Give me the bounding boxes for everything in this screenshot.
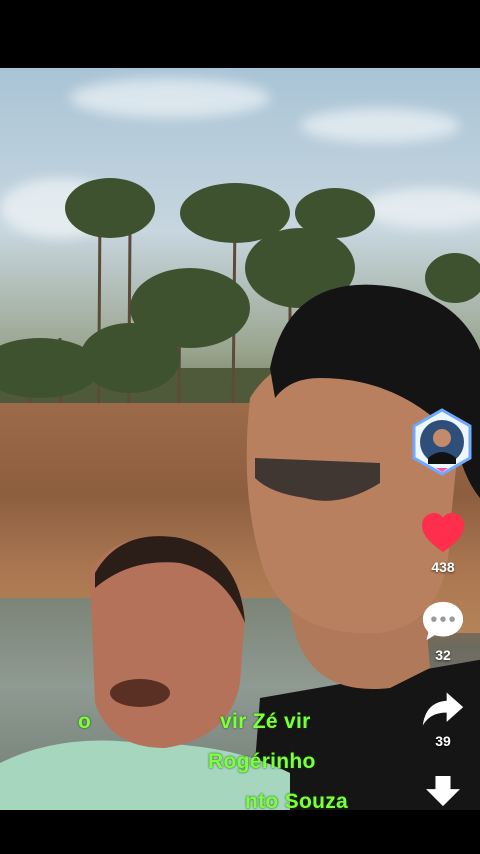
cloud — [70, 78, 270, 118]
download-arrow-icon — [426, 776, 460, 807]
caption-line-1-prefix: o — [78, 710, 92, 733]
comment-count: 32 — [435, 647, 451, 663]
caption-line-2: Rogérinho — [208, 750, 316, 773]
video-player-screen: o vir Zé vir Rogérinho nto Souza 438 32 — [0, 0, 480, 854]
share-button[interactable]: 39 — [416, 690, 470, 749]
profile-avatar-icon — [412, 408, 472, 476]
share-count: 39 — [435, 733, 451, 749]
heart-icon — [422, 512, 464, 553]
profile-avatar[interactable] — [410, 408, 474, 478]
caption-line-1: vir Zé vir — [220, 710, 311, 733]
like-button[interactable]: 438 — [416, 512, 470, 575]
cloud — [300, 108, 460, 143]
comment-bubble-icon — [422, 601, 464, 641]
share-arrow-icon — [422, 692, 464, 726]
caption-line-3: nto Souza — [245, 790, 349, 813]
comment-button[interactable]: 32 — [416, 600, 470, 663]
download-button[interactable] — [416, 776, 470, 813]
video-frame[interactable] — [0, 68, 480, 810]
like-count: 438 — [431, 559, 455, 575]
